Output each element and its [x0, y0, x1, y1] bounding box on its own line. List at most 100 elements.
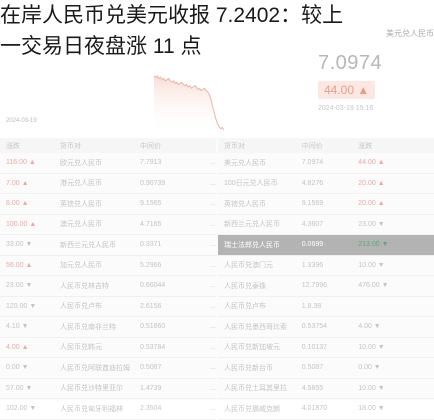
row-mid: 9.1565: [140, 200, 162, 208]
row-mid: 0.5087: [140, 364, 162, 372]
row-mid: 0.51860: [140, 323, 166, 331]
chart-time-label: 2024-03-19: [6, 118, 37, 124]
table-row[interactable]: 美元兑人民币 7.0974 44.00 ▲: [218, 153, 434, 174]
table-row[interactable]: 人民币兑泰铢 12.7996 476.00 ▼: [218, 276, 434, 297]
row-change: 23.00 ▼: [6, 282, 33, 290]
table-row[interactable]: 7.00 ▲ 港元兑人民币 0.90739...: [0, 174, 216, 194]
row-more: ...: [210, 405, 216, 413]
row-change: 476.00 ▼: [358, 282, 389, 290]
headline-line-2: 一交易日夜盘涨 11 点: [0, 35, 202, 58]
row-more: ...: [210, 159, 216, 167]
row-change: 20.00 ▲: [358, 179, 385, 187]
row-more: ...: [210, 200, 216, 208]
table-row[interactable]: 4.10 ▼ 人民币兑南非兰特 0.51860...: [0, 317, 216, 338]
row-mid: 7.7913: [140, 159, 162, 167]
header-change: 涨跌: [6, 142, 20, 150]
quote-time: 2024-03-19 15:16: [318, 105, 374, 112]
table-row[interactable]: 0.00 ▼ 人民币兑阿联酋迪拉姆 0.5087...: [0, 358, 216, 379]
row-change: 4.10 ▼: [6, 323, 29, 331]
table-row[interactable]: 人民币兑新台币 0.5087 0.00 ▼: [218, 358, 434, 379]
row-pair: 人民币兑新加坡元: [224, 344, 280, 352]
row-more: ...: [210, 323, 216, 331]
table-row[interactable]: 23.00 ▼ 人民币兑林吉特 0.66044...: [0, 276, 216, 297]
row-mid: 12.7996: [301, 282, 328, 290]
row-pair: 人民币兑墨西哥比索: [224, 323, 287, 331]
table-row[interactable]: 瑞士法郎兑人民币 0.0699 213.00 ▼: [218, 235, 434, 256]
row-pair: 人民币兑卢布: [60, 303, 102, 311]
row-change: 23.00 ▼: [358, 220, 385, 228]
row-change: 33.00 ▼: [6, 241, 33, 249]
row-mid: 1.4739: [140, 384, 162, 392]
table-row[interactable]: 人民币兑墨西哥比索 0.53754 4.00 ▼: [218, 317, 434, 338]
header-pair: 货币对: [60, 142, 81, 150]
table-row[interactable]: 人民币兑卢布 1.8.38: [218, 297, 434, 317]
row-change: 213.00 ▼: [358, 241, 389, 249]
row-pair: 新西兰元兑人民币: [60, 241, 116, 249]
row-change: 57.00 ▼: [6, 384, 33, 392]
row-pair: 人民币兑阿联酋迪拉姆: [60, 364, 130, 372]
row-pair: 英镑兑人民币: [60, 200, 102, 208]
table-row[interactable]: 116.00 ▲ 欧元兑人民币 7.7913...: [0, 153, 216, 174]
table-row[interactable]: 人民币兑挪威克朗 4.01870 18.00 ▼: [218, 399, 434, 420]
chart-area-fill: [154, 76, 224, 134]
row-pair: 瑞士法郎兑人民币: [224, 241, 280, 249]
row-change: 10.00 ▼: [358, 343, 385, 351]
row-change: 56.00 ▲: [6, 261, 33, 269]
row-mid: 0.66044: [140, 282, 166, 290]
header-mid: 中间价: [301, 142, 323, 150]
row-change: 4.00 ▲: [6, 343, 29, 351]
table-row[interactable]: 人民币兑新加坡元 0.10137 10.00 ▼: [218, 338, 434, 358]
row-pair: 新西兰元兑人民币: [224, 221, 280, 229]
table-row[interactable]: 8.00 ▲ 英镑兑人民币 9.1565...: [0, 194, 216, 215]
row-mid: 4.5855: [301, 384, 324, 392]
row-pair: 人民币兑新台币: [224, 364, 273, 372]
row-change: 10.00 ▼: [358, 261, 385, 269]
row-pair: 英镑兑人民币: [224, 200, 266, 208]
table-row[interactable]: 56.00 ▲ 加元兑人民币 5.2966...: [0, 256, 216, 276]
row-change: 18.00 ▼: [358, 405, 385, 413]
header-change: 涨跌: [358, 142, 373, 150]
row-pair: 人民币兑土耳其里拉: [224, 385, 287, 393]
row-mid: 7.0974: [301, 159, 324, 167]
row-change: 116.00 ▲: [6, 159, 36, 167]
table-row[interactable]: 57.00 ▼ 人民币兑沙特里亚尔 1.4739...: [0, 379, 216, 399]
headline-line-1: 在岸人民币兑美元收报 7.2402：较上: [0, 4, 344, 27]
change-badge: 44.00 ▲: [318, 81, 376, 99]
row-more: ...: [210, 282, 216, 290]
row-mid: 0.0699: [301, 241, 324, 249]
row-mid: 1.3396: [301, 261, 324, 269]
row-change: 7.00 ▲: [6, 179, 29, 187]
row-mid: 0.90739: [140, 179, 166, 187]
row-more: ...: [210, 364, 216, 372]
row-pair: 100日元兑人民币: [224, 180, 278, 188]
table-row[interactable]: 102.00 ▼ 人民币兑匈牙利福林 2.3504...: [0, 399, 216, 420]
row-more: ...: [210, 343, 216, 351]
table-row[interactable]: 120.00 ▼ 人民币兑卢布 2.6156...: [0, 297, 216, 317]
row-change: 102.00 ▼: [6, 405, 37, 413]
row-pair: 人民币兑南非兰特: [60, 323, 116, 331]
table-row[interactable]: 人民币兑土耳其里拉 4.5855 10.00 ▼: [218, 379, 434, 399]
row-pair: 人民币兑林吉特: [60, 282, 109, 290]
left-rate-table: 涨跌 货币对 中间价 116.00 ▲ 欧元兑人民币 7.7913... 7.00 ▲…: [0, 138, 216, 420]
table-row[interactable]: 英镑兑人民币 9.1569 20.00 ▲: [218, 194, 434, 215]
right-table-header: 货币对 中间价 涨跌: [218, 138, 434, 153]
table-row[interactable]: 新西兰元兑人民币 4.3607 23.00 ▼: [218, 215, 434, 235]
table-row[interactable]: 100.00 ▲ 澳元兑人民币 4.7165...: [0, 215, 216, 235]
table-row[interactable]: 100日元兑人民币 4.8276 20.00 ▲: [218, 174, 434, 194]
row-mid: 4.3607: [301, 220, 324, 228]
row-mid: 2.3504: [140, 405, 162, 413]
row-pair: 人民币兑澳门元: [224, 262, 273, 270]
row-mid: 2.6156: [140, 302, 162, 310]
table-row[interactable]: 4.00 ▲ 人民币兑韩元 0.53784...: [0, 338, 216, 358]
row-change: 8.00 ▲: [6, 200, 29, 208]
table-row[interactable]: 人民币兑澳门元 1.3396 10.00 ▼: [218, 256, 434, 276]
row-pair: 人民币兑沙特里亚尔: [60, 385, 123, 393]
row-change: 0.00 ▼: [6, 364, 29, 372]
row-mid: 4.01870: [301, 405, 328, 413]
exchange-rate-tables: 涨跌 货币对 中间价 116.00 ▲ 欧元兑人民币 7.7913... 7.00 ▲…: [0, 138, 434, 420]
row-change: 44.00 ▲: [358, 159, 385, 167]
table-row[interactable]: 33.00 ▼ 新西兰元兑人民币 0.3371...: [0, 235, 216, 256]
row-pair: 加元兑人民币: [60, 262, 102, 270]
row-change: 0.00 ▼: [358, 364, 381, 372]
row-mid: 9.1569: [301, 200, 324, 208]
